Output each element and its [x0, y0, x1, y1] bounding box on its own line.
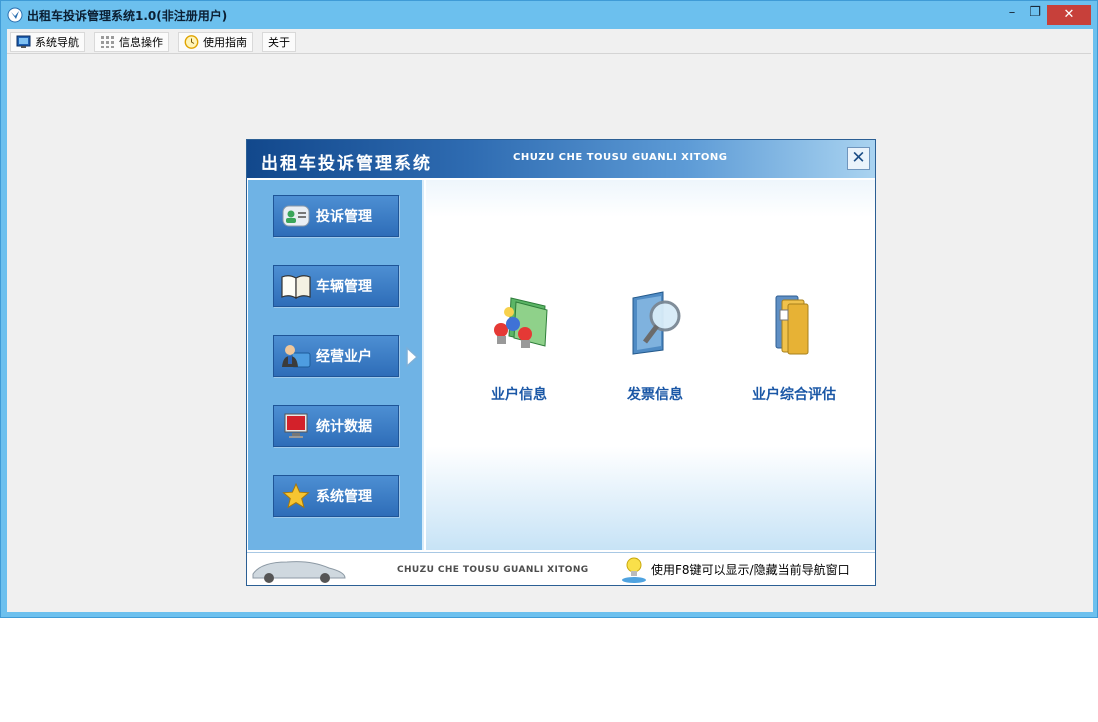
clock-icon [184, 35, 199, 49]
people-folder-icon [483, 288, 555, 360]
content-label: 发票信息 [627, 387, 683, 403]
chevron-right-icon [406, 346, 419, 368]
menu-label: 信息操作 [119, 36, 163, 49]
sidebar-vehicle-management[interactable]: 车辆管理 [273, 265, 399, 307]
sidebar-label: 经营业户 [316, 349, 372, 365]
navigation-panel: 出租车投诉管理系统 CHUZU CHE TOUSU GUANLI XITONG … [246, 139, 876, 586]
car-icon [252, 561, 346, 583]
client-area: 系统导航 信息操作 使用指南 关于 出租车投诉管理系统 CHUZU CHE TO… [7, 29, 1093, 612]
book-icon [280, 271, 312, 301]
navigation-subtitle: CHUZU CHE TOUSU GUANLI XITONG [513, 152, 728, 163]
content-item-household-evaluation[interactable]: 业户综合评估 [724, 288, 864, 404]
sidebar-label: 统计数据 [316, 419, 372, 435]
close-button[interactable]: ✕ [1047, 5, 1091, 25]
footer-subtitle: CHUZU CHE TOUSU GUANLI XITONG [397, 565, 589, 575]
users-icon [280, 341, 312, 371]
contact-card-icon [280, 201, 312, 231]
menu-bar: 系统导航 信息操作 使用指南 关于 [7, 29, 1093, 54]
grid-icon [101, 36, 114, 48]
navigation-title: 出租车投诉管理系统 [261, 154, 432, 174]
content-item-household-info[interactable]: 业户信息 [449, 288, 589, 404]
navigation-close-button[interactable]: ✕ [847, 147, 870, 170]
title-bar[interactable]: 出租车投诉管理系统1.0(非注册用户) – ❐ ✕ [1, 1, 1097, 29]
menu-about[interactable]: 关于 [262, 32, 296, 52]
sidebar-label: 车辆管理 [316, 279, 372, 295]
menu-user-guide[interactable]: 使用指南 [178, 32, 253, 52]
menu-info-operation[interactable]: 信息操作 [94, 32, 169, 52]
navigation-content: 业户信息 发票信息 业户综合评估 [426, 180, 875, 550]
window-title: 出租车投诉管理系统1.0(非注册用户) [27, 9, 228, 23]
content-label: 业户信息 [491, 387, 547, 403]
lightbulb-icon [622, 557, 646, 583]
app-window: 出租车投诉管理系统1.0(非注册用户) – ❐ ✕ 系统导航 信息操作 使用指南… [0, 0, 1098, 618]
content-item-invoice-info[interactable]: 发票信息 [585, 288, 725, 404]
sidebar-complaint-management[interactable]: 投诉管理 [273, 195, 399, 237]
sidebar-operator-households[interactable]: 经营业户 [273, 335, 399, 377]
sidebar-system-management[interactable]: 系统管理 [273, 475, 399, 517]
sidebar-label: 投诉管理 [316, 209, 372, 225]
sidebar-label: 系统管理 [316, 489, 372, 505]
magnifier-book-icon [619, 288, 691, 360]
sidebar-statistics[interactable]: 统计数据 [273, 405, 399, 447]
menu-label: 系统导航 [35, 36, 79, 49]
navigation-header: 出租车投诉管理系统 CHUZU CHE TOUSU GUANLI XITONG … [247, 140, 875, 178]
folders-icon [758, 288, 830, 360]
menu-divider [7, 53, 1091, 54]
minimize-button[interactable]: – [999, 1, 1025, 25]
monitor-icon [16, 35, 31, 48]
star-icon [280, 481, 312, 511]
app-icon [7, 7, 23, 23]
content-label: 业户综合评估 [752, 387, 836, 403]
menu-system-navigation[interactable]: 系统导航 [10, 32, 85, 52]
navigation-footer: CHUZU CHE TOUSU GUANLI XITONG 使用F8键可以显示/… [247, 552, 875, 585]
menu-label: 关于 [268, 36, 290, 49]
monitor-icon [280, 411, 312, 441]
footer-hint: 使用F8键可以显示/隐藏当前导航窗口 [651, 563, 850, 577]
menu-label: 使用指南 [203, 36, 247, 49]
navigation-sidebar: 投诉管理 车辆管理 经营业户 统计数据 系统管理 [248, 180, 424, 550]
restore-button[interactable]: ❐ [1025, 1, 1045, 25]
